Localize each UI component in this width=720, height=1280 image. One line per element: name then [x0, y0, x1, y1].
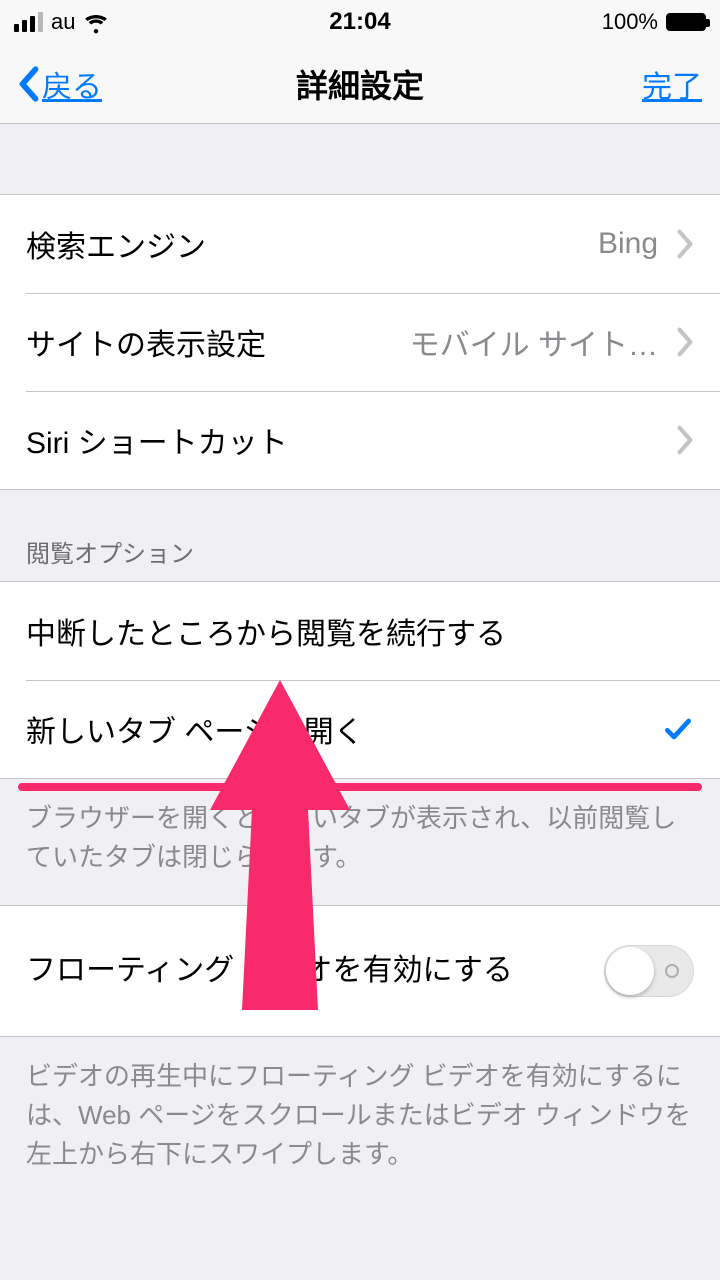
checkmark-icon [662, 713, 694, 745]
row-label: 中断したところから閲覧を続行する [26, 609, 506, 653]
row-siri-shortcuts[interactable]: Siri ショートカット [0, 391, 720, 489]
row-continue-browsing[interactable]: 中断したところから閲覧を続行する [0, 582, 720, 680]
settings-group-general: 検索エンジン Bing サイトの表示設定 モバイル サイト… Siri ショート… [0, 194, 720, 490]
toggle-floating-video[interactable] [604, 945, 694, 997]
chevron-right-icon [676, 327, 694, 357]
status-left: au [14, 9, 109, 35]
section-footer-browse: ブラウザーを開くと新しいタブが表示され、以前閲覧していたタブは閉じられます。 [0, 779, 720, 905]
row-value: Bing [206, 227, 658, 261]
wifi-icon [83, 9, 109, 35]
row-value: モバイル サイト… [266, 320, 658, 364]
toggle-off-indicator [665, 964, 679, 978]
row-site-display[interactable]: サイトの表示設定 モバイル サイト… [0, 293, 720, 391]
back-button[interactable]: 戻る [18, 62, 102, 106]
row-floating-video[interactable]: フローティング ビデオを有効にする [0, 906, 720, 1036]
page-title: 詳細設定 [296, 61, 424, 107]
done-button[interactable]: 完了 [642, 62, 702, 106]
status-time: 21:04 [329, 8, 390, 36]
row-label: サイトの表示設定 [26, 320, 266, 364]
chevron-right-icon [676, 425, 694, 455]
row-label: 検索エンジン [26, 222, 206, 266]
carrier-label: au [51, 9, 75, 35]
row-label: 新しいタブ ページを開く [26, 707, 364, 751]
section-footer-floating-video: ビデオの再生中にフローティング ビデオを有効にするには、Web ページをスクロー… [0, 1037, 720, 1202]
back-label: 戻る [42, 62, 102, 106]
row-open-new-tab[interactable]: 新しいタブ ページを開く [0, 680, 720, 778]
nav-bar: 戻る 詳細設定 完了 [0, 44, 720, 124]
battery-icon [666, 13, 706, 31]
cellular-signal-icon [14, 12, 43, 32]
row-label: フローティング ビデオを有効にする [26, 950, 513, 992]
toggle-knob [606, 947, 654, 995]
status-right: 100% [602, 9, 706, 35]
status-bar: au 21:04 100% [0, 0, 720, 44]
settings-group-browse-options: 中断したところから閲覧を続行する 新しいタブ ページを開く [0, 581, 720, 779]
chevron-left-icon [18, 66, 40, 102]
settings-group-floating-video: フローティング ビデオを有効にする [0, 905, 720, 1037]
annotation-underline [18, 783, 702, 791]
row-label: Siri ショートカット [26, 418, 288, 462]
battery-percentage: 100% [602, 9, 658, 35]
row-search-engine[interactable]: 検索エンジン Bing [0, 195, 720, 293]
section-header-browse-options: 閲覧オプション [0, 490, 720, 581]
chevron-right-icon [676, 229, 694, 259]
